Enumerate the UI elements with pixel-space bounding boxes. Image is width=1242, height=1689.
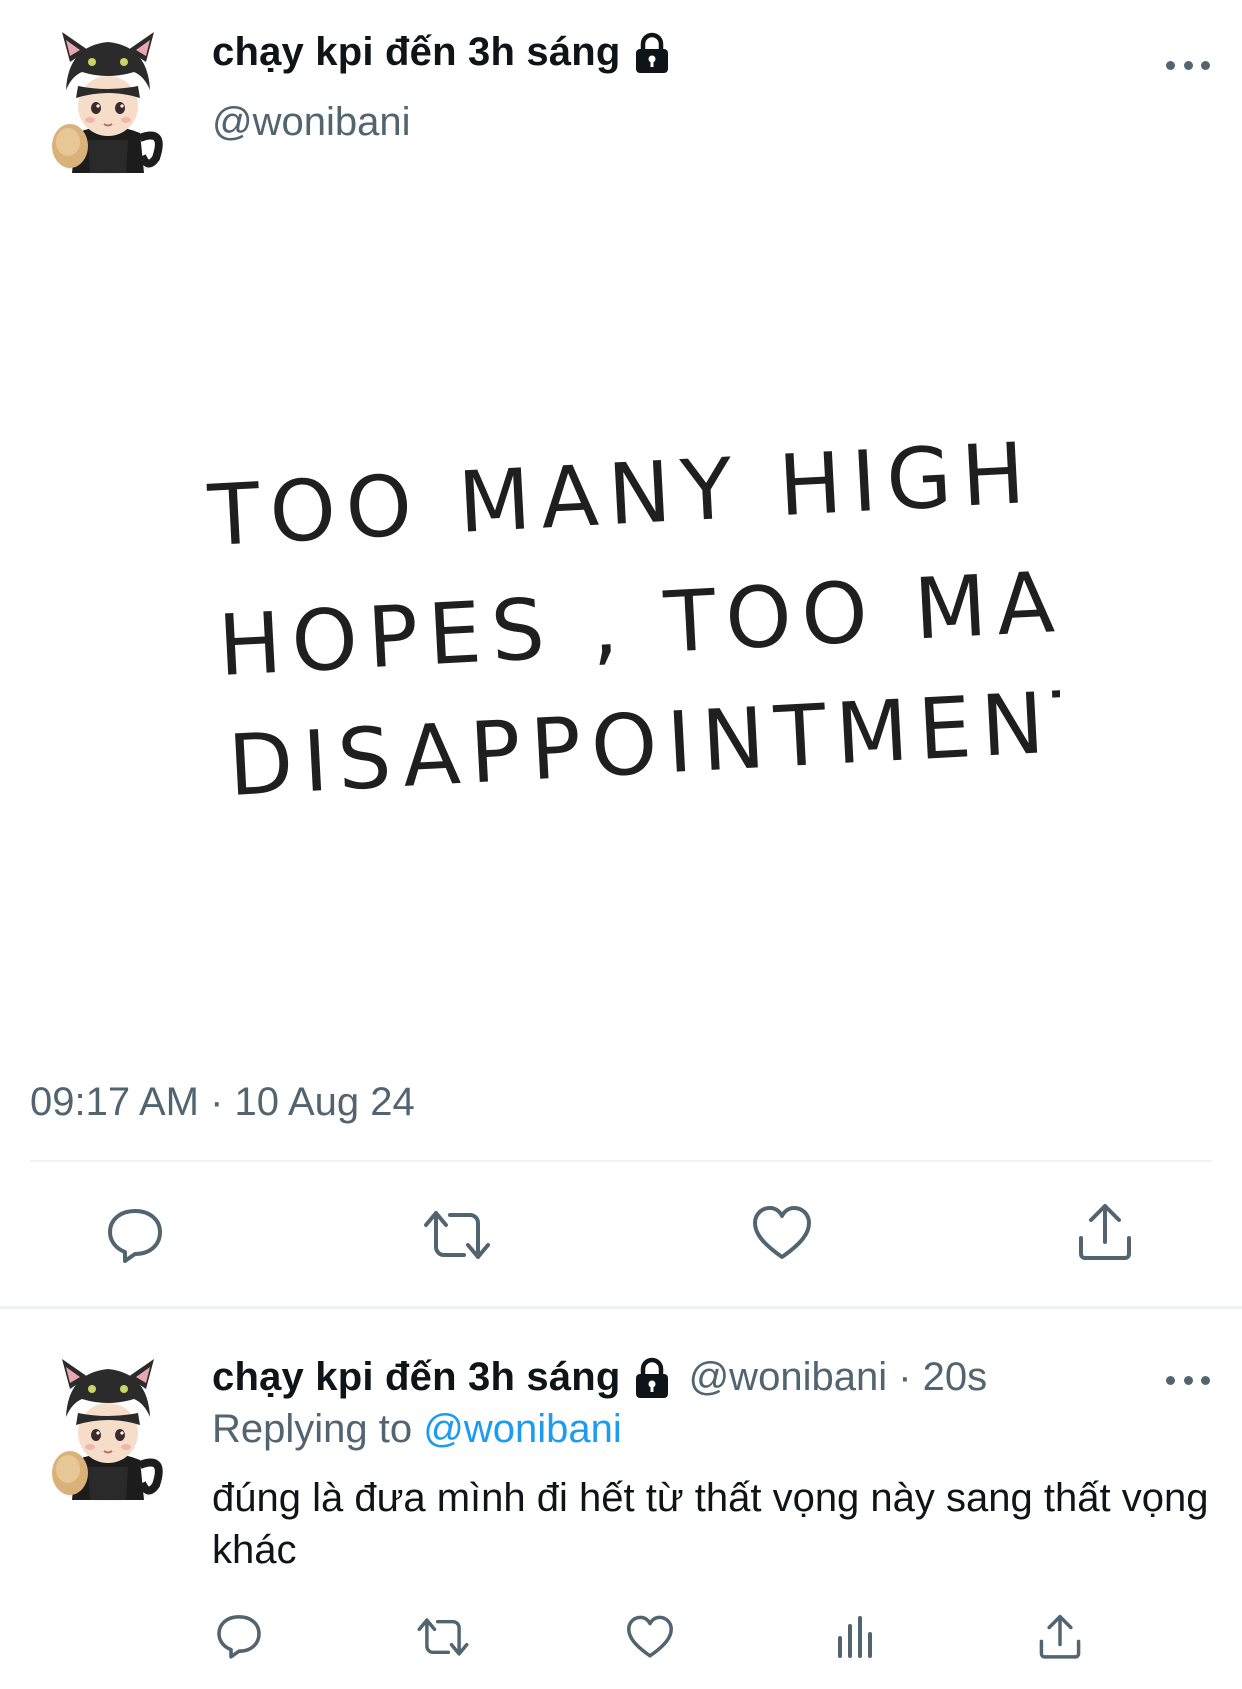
reply-button[interactable] xyxy=(105,1205,165,1265)
quote-line-1: TOO MANY HIGH xyxy=(205,430,1037,565)
views-button[interactable] xyxy=(834,1614,878,1660)
heart-icon xyxy=(753,1206,811,1259)
like-button[interactable] xyxy=(752,1205,812,1261)
heart-icon xyxy=(627,1615,673,1658)
author-name-row[interactable]: chạy kpi đến 3h sáng xyxy=(212,30,671,75)
speech-bubble-icon xyxy=(217,1615,261,1659)
replying-to-mention[interactable]: @wonibani xyxy=(423,1407,622,1451)
retweet-icon xyxy=(424,1211,490,1259)
reply-author-row[interactable]: chạy kpi đến 3h sáng @wonibani · 20s xyxy=(212,1355,987,1400)
section-divider xyxy=(0,1306,1242,1309)
avatar[interactable] xyxy=(48,28,168,178)
reply-more-options-button[interactable] xyxy=(1166,1370,1210,1390)
retweet-icon xyxy=(417,1618,469,1656)
speech-bubble-icon xyxy=(108,1209,162,1263)
author-handle[interactable]: @wonibani xyxy=(212,100,411,145)
divider xyxy=(30,1160,1212,1162)
reply-reply-button[interactable] xyxy=(215,1612,263,1660)
reply-like-button[interactable] xyxy=(626,1615,674,1659)
more-dots-icon xyxy=(1166,1375,1175,1385)
tweet-detail-page: chạy kpi đến 3h sáng @wonibani TOO MANY … xyxy=(0,0,1242,1689)
share-button[interactable] xyxy=(1075,1200,1135,1262)
avatar-image xyxy=(52,32,163,174)
reply-tweet-text: đúng là đưa mình đi hết từ thất vọng này… xyxy=(212,1476,1209,1572)
handwritten-quote: TOO MANY HIGH HOPES , TOO MANY DISAPPOIN… xyxy=(205,424,1218,815)
more-dots-icon xyxy=(1166,60,1175,70)
reply-retweet-button[interactable] xyxy=(415,1614,471,1660)
tweet-timestamp[interactable]: 09:17 AM · 10 Aug 24 xyxy=(30,1080,415,1125)
avatar-image xyxy=(52,1359,163,1501)
reply-author-display-name[interactable]: chạy kpi đến 3h sáng xyxy=(212,1355,621,1400)
share-upload-icon xyxy=(1079,1204,1131,1260)
more-options-button[interactable] xyxy=(1166,55,1210,75)
bar-chart-icon xyxy=(838,1616,872,1658)
share-upload-icon xyxy=(1039,1614,1081,1659)
lock-icon xyxy=(633,1357,671,1399)
tweet-image[interactable]: TOO MANY HIGH HOPES , TOO MANY DISAPPOIN… xyxy=(190,424,1218,820)
quote-line-2: HOPES , TOO MANY xyxy=(216,546,1060,695)
lock-icon xyxy=(633,32,671,74)
retweet-button[interactable] xyxy=(422,1205,492,1265)
reply-avatar[interactable] xyxy=(48,1355,168,1505)
replying-to-label: Replying to xyxy=(212,1407,413,1451)
replying-to-line: Replying to @wonibani xyxy=(212,1407,622,1452)
author-display-name[interactable]: chạy kpi đến 3h sáng xyxy=(212,30,621,75)
reply-handle-time[interactable]: @wonibani · 20s xyxy=(689,1355,988,1400)
reply-share-button[interactable] xyxy=(1036,1612,1084,1660)
